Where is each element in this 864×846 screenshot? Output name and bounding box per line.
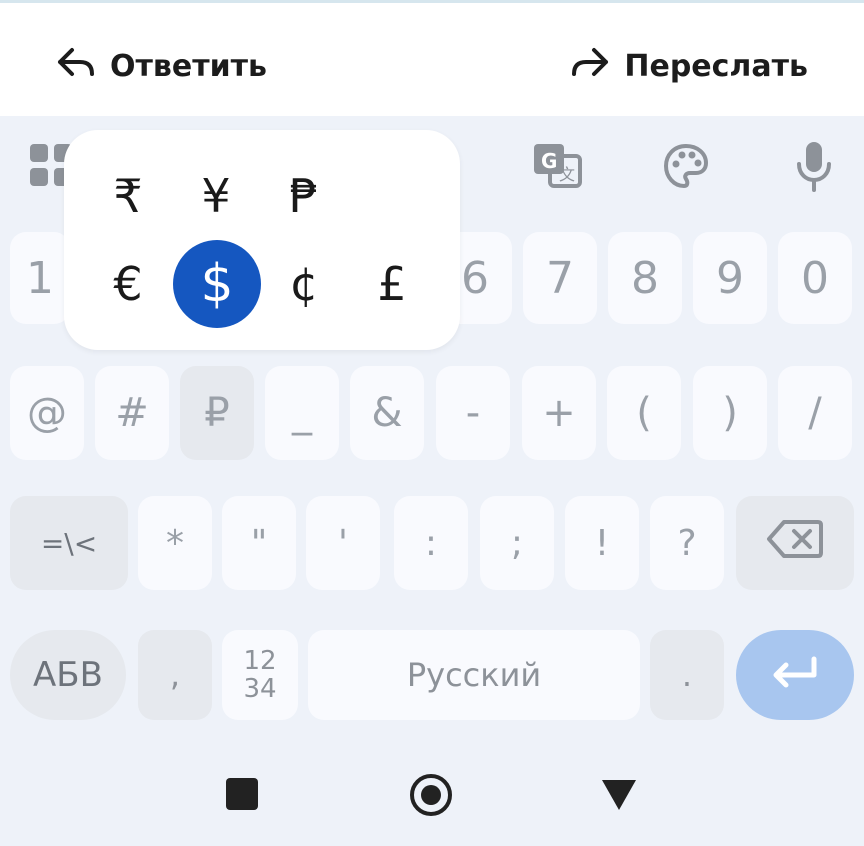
key-8[interactable]: 8 [608,232,682,324]
key-double-quote[interactable]: " [222,496,296,590]
enter-icon [768,655,822,695]
enter-key[interactable] [736,630,854,720]
home-circle-icon[interactable] [409,773,453,817]
message-action-bar: Ответить Переслать [0,0,864,116]
backspace-icon [766,519,824,568]
alphabet-switch-key[interactable]: АБВ [10,630,126,720]
microphone-icon[interactable] [788,136,840,196]
currency-euro[interactable]: € [84,240,172,328]
key-close-paren[interactable]: ) [693,366,767,460]
divider [0,0,864,3]
numpad-bottom-label: 34 [243,674,277,704]
translate-icon[interactable]: G文 [528,138,588,194]
reply-button[interactable]: Ответить [56,44,267,88]
key-minus[interactable]: - [436,366,510,460]
key-open-paren[interactable]: ( [607,366,681,460]
svg-text:文: 文 [559,165,575,184]
forward-icon [570,44,610,88]
back-triangle-icon[interactable] [600,778,638,812]
palette-icon[interactable] [660,140,712,192]
period-key[interactable]: . [650,630,724,720]
key-hash[interactable]: # [95,366,169,460]
forward-button[interactable]: Переслать [570,44,808,88]
key-question[interactable]: ? [650,496,724,590]
key-1[interactable]: 1 [10,232,70,324]
key-single-quote[interactable]: ' [306,496,380,590]
currency-popup: ₹ ¥ ₱ € $ ¢ £ [64,130,460,350]
forward-label: Переслать [624,48,808,84]
numpad-switch-key[interactable]: 12 34 [222,630,298,720]
svg-text:G: G [541,149,557,173]
currency-cent[interactable]: ¢ [260,240,348,328]
currency-yen[interactable]: ¥ [172,152,260,240]
currency-peso[interactable]: ₱ [260,152,348,240]
key-exclamation[interactable]: ! [565,496,639,590]
key-plus[interactable]: + [522,366,596,460]
currency-dollar-selected[interactable]: $ [173,240,261,328]
backspace-key[interactable] [736,496,854,590]
key-semicolon[interactable]: ; [480,496,554,590]
comma-key[interactable]: , [138,630,212,720]
key-7[interactable]: 7 [523,232,597,324]
key-asterisk[interactable]: * [138,496,212,590]
key-underscore[interactable]: _ [265,366,339,460]
key-slash[interactable]: / [778,366,852,460]
key-ampersand[interactable]: & [350,366,424,460]
more-symbols-key[interactable]: =\< [10,496,128,590]
key-9[interactable]: 9 [693,232,767,324]
recents-square-icon[interactable] [226,778,258,810]
key-0[interactable]: 0 [778,232,852,324]
reply-label: Ответить [110,48,267,84]
currency-pound[interactable]: £ [348,240,436,328]
key-ruble[interactable]: ₽ [180,366,254,460]
space-key[interactable]: Русский [308,630,640,720]
reply-icon [56,44,96,88]
currency-rupee[interactable]: ₹ [84,152,172,240]
numpad-top-label: 12 [243,646,277,676]
system-navigation-bar [0,740,864,846]
key-colon[interactable]: : [394,496,468,590]
key-at[interactable]: @ [10,366,84,460]
